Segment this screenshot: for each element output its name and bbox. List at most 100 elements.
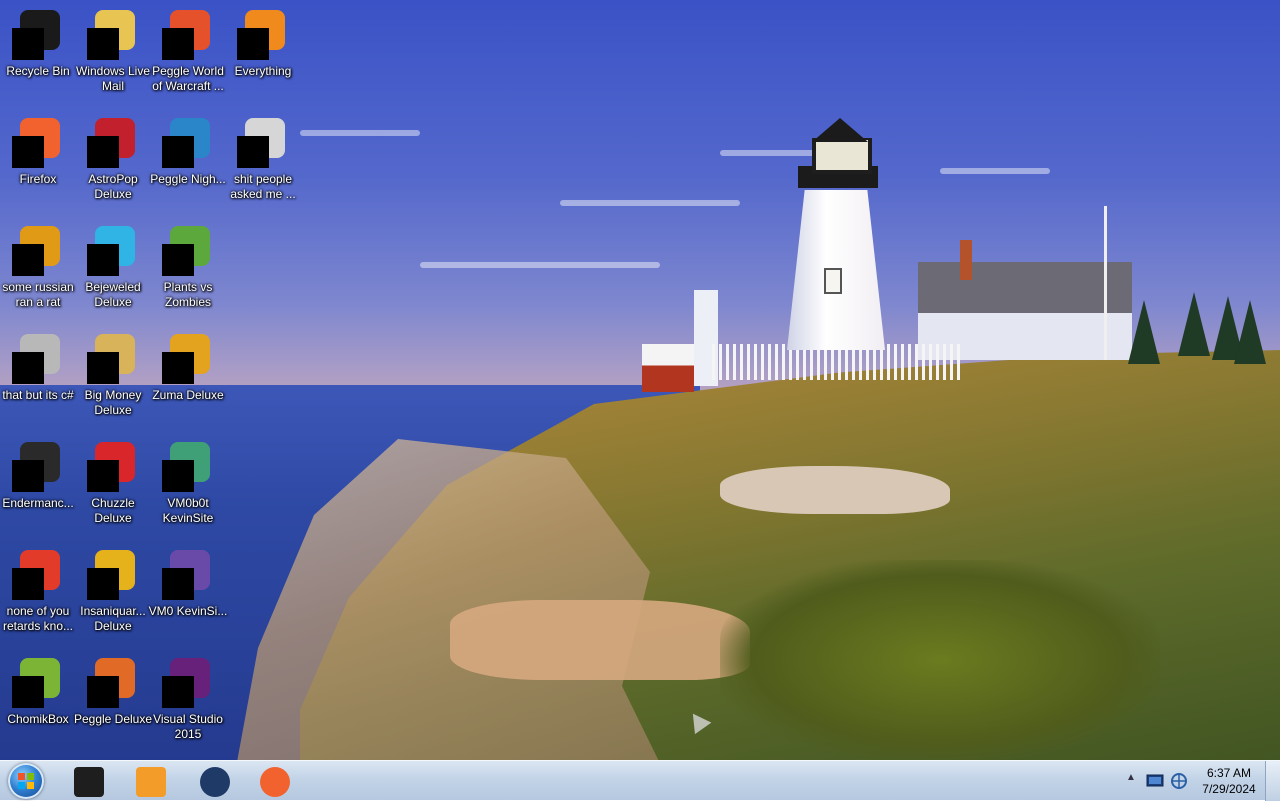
taskbar-app-button[interactable]	[186, 763, 242, 799]
chuzzle-icon	[87, 442, 135, 492]
desktop-icon-label: ChomikBox	[7, 712, 69, 726]
money-bag-icon	[87, 334, 135, 384]
desktop-icon[interactable]: Visual Studio 2015	[150, 654, 226, 750]
desktop-icon[interactable]: none of you retards kno...	[0, 546, 76, 642]
cloud	[300, 130, 420, 136]
chimney	[960, 240, 972, 280]
desktop-icon-label: VM0 KevinSi...	[148, 604, 228, 618]
red-shed	[642, 344, 694, 392]
desktop-icon[interactable]: Bejeweled Deluxe	[75, 222, 151, 318]
redaction-box	[12, 460, 44, 492]
desktop-icon-label: Windows Live Mail	[75, 64, 151, 93]
desktop-icon-label: Big Money Deluxe	[84, 388, 142, 417]
firefox-icon	[260, 767, 290, 797]
firefox-icon	[12, 118, 60, 168]
chomikbox-icon	[12, 658, 60, 708]
peggle-icon	[87, 658, 135, 708]
redaction-box	[237, 136, 269, 168]
shrubs	[720, 560, 1160, 760]
pine-tree	[1128, 300, 1160, 364]
desktop-icon[interactable]: Peggle World of Warcraft ...	[150, 6, 226, 102]
desktop-icon[interactable]: VM0 KevinSi...	[149, 546, 227, 642]
desktop-icon[interactable]: that but its c#	[0, 330, 76, 426]
desktop-icon-label: Peggle Deluxe	[73, 712, 153, 726]
taskbar-app-button[interactable]	[246, 763, 302, 799]
desktop-icon-label: Peggle World of Warcraft ...	[152, 64, 224, 93]
desktop-icon-label: AstroPop Deluxe	[88, 172, 138, 201]
mail-icon	[87, 10, 135, 60]
network-icon[interactable]	[1170, 772, 1188, 790]
redaction-box	[12, 136, 44, 168]
insaniquarium-icon	[87, 550, 135, 600]
redaction-box	[162, 460, 194, 492]
redaction-box	[162, 136, 194, 168]
desktop-icon[interactable]: shit people asked me ...	[225, 114, 301, 210]
media-player-icon	[136, 767, 166, 797]
desktop-icon-label: some russian ran a rat	[2, 280, 74, 309]
desktop-icon[interactable]: Chuzzle Deluxe	[75, 438, 151, 534]
desktop-icon-label: Recycle Bin	[6, 64, 70, 78]
desktop-icon[interactable]: VM0b0t KevinSite	[150, 438, 226, 534]
clock-date: 7/29/2024	[1202, 782, 1256, 796]
desktop-icon[interactable]: AstroPop Deluxe	[75, 114, 151, 210]
system-clock[interactable]: 6:37 AM 7/29/2024	[1192, 765, 1266, 797]
lighthouse-window	[824, 268, 842, 294]
desktop-icon[interactable]: Peggle Deluxe	[74, 654, 152, 750]
desktop-icon[interactable]: Firefox	[0, 114, 76, 210]
desktop-icon[interactable]: Big Money Deluxe	[75, 330, 151, 426]
desktop-icon[interactable]: Everything	[225, 6, 301, 102]
show-desktop-button[interactable]	[1265, 761, 1280, 801]
desktop-icon[interactable]: Plants vs Zombies	[150, 222, 226, 318]
windows-start-icon	[8, 763, 44, 799]
redaction-box	[87, 28, 119, 60]
vm-icon	[162, 550, 210, 600]
desktop-icon-label: Plants vs Zombies	[163, 280, 213, 309]
desktop-icon-label: Zuma Deluxe	[152, 388, 224, 402]
desktop-icon-label: Endermanc...	[2, 496, 74, 510]
redaction-box	[162, 244, 194, 276]
desktop-icon[interactable]: some russian ran a rat	[0, 222, 76, 318]
desktop-icon[interactable]: Peggle Nigh...	[150, 114, 226, 210]
peggle-icon	[162, 10, 210, 60]
cloud	[420, 262, 660, 268]
redaction-box	[162, 568, 194, 600]
redaction-box	[12, 676, 44, 708]
rock	[450, 600, 750, 680]
desktop-icon[interactable]: Insaniquar... Deluxe	[75, 546, 151, 642]
shortcut-icon	[12, 334, 60, 384]
desktop-icon[interactable]: Zuma Deluxe	[150, 330, 226, 426]
desktop-icon[interactable]: Windows Live Mail	[75, 6, 151, 102]
start-button[interactable]	[4, 762, 48, 800]
redaction-box	[87, 352, 119, 384]
show-hidden-icons-button[interactable]: ▲	[1124, 772, 1138, 788]
peggle-nights-icon	[162, 118, 210, 168]
taskbar-app-button[interactable]	[60, 763, 116, 799]
redaction-box	[162, 352, 194, 384]
cloud	[560, 200, 740, 206]
taskbar: ▲ 6:37 AM 7/29/2024	[0, 760, 1280, 801]
desktop-icon[interactable]: Endermanc...	[0, 438, 76, 534]
redaction-box	[12, 28, 44, 60]
taskbar-app-button[interactable]	[122, 763, 178, 799]
vm-icon	[162, 442, 210, 492]
action-center-icon[interactable]	[1146, 772, 1164, 790]
redaction-box	[87, 568, 119, 600]
desktop-icon-label: Everything	[234, 64, 292, 78]
desktop-icon[interactable]: ChomikBox	[0, 654, 76, 750]
redaction-box	[162, 676, 194, 708]
bejeweled-icon	[87, 226, 135, 276]
redaction-box	[162, 28, 194, 60]
desktop-icon-label: none of you retards kno...	[2, 604, 74, 633]
black-app-icon	[74, 767, 104, 797]
desktop-icon-label: Bejeweled Deluxe	[85, 280, 141, 309]
redaction-box	[87, 244, 119, 276]
cloud	[940, 168, 1050, 174]
flag-pole	[1104, 206, 1107, 360]
text-document-icon	[12, 226, 60, 276]
astropop-icon	[87, 118, 135, 168]
zuma-icon	[162, 334, 210, 384]
redaction-box	[12, 568, 44, 600]
redaction-box	[12, 352, 44, 384]
desktop-icon[interactable]: Recycle Bin	[0, 6, 76, 102]
desktop-icon-label: Peggle Nigh...	[150, 172, 226, 186]
